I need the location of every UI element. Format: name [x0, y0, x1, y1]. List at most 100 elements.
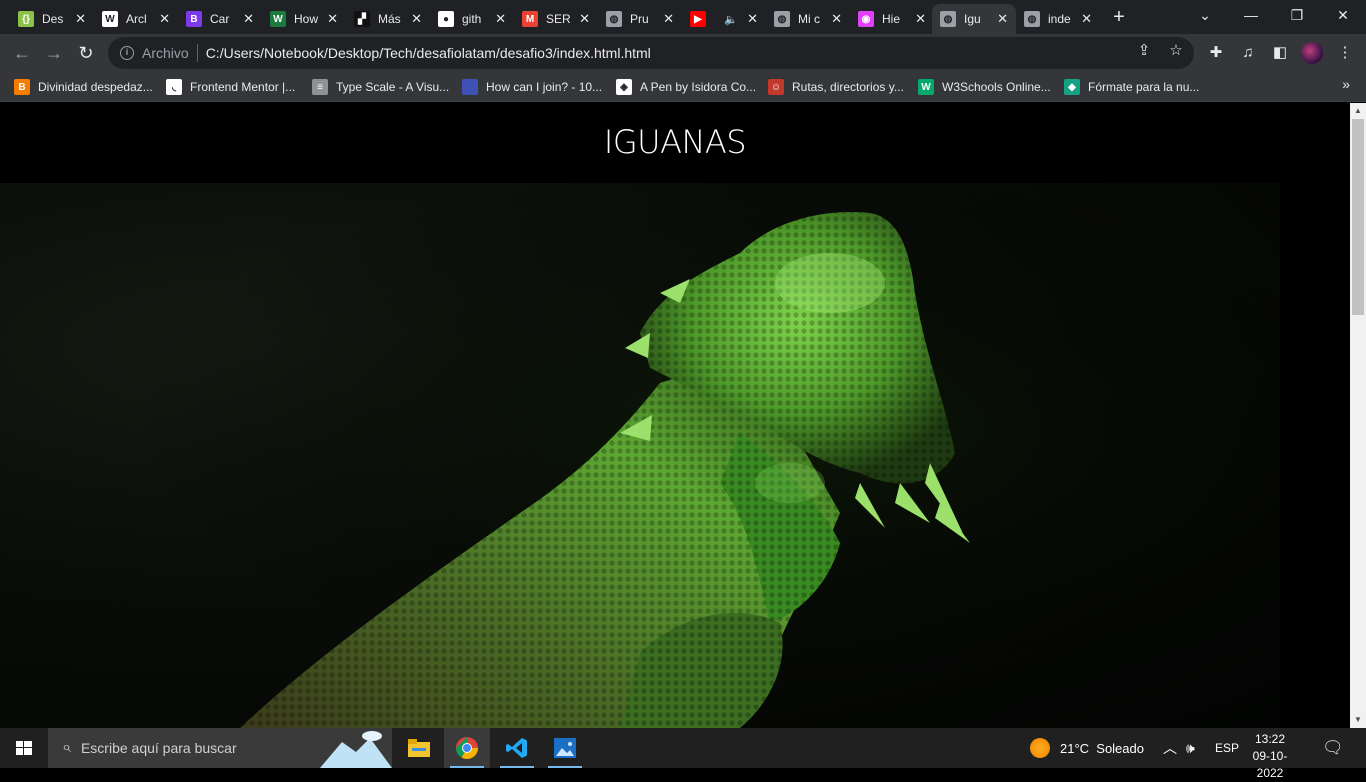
chrome-icon[interactable]: [444, 728, 490, 768]
sun-icon: [1030, 738, 1050, 758]
tab-title: Pru: [630, 12, 649, 26]
close-tab-icon[interactable]: ✕: [997, 11, 1008, 27]
tab-title: Mi c: [798, 12, 820, 26]
globe-icon: ◍: [606, 11, 622, 27]
speaker-icon[interactable]: 🔈: [724, 13, 738, 26]
profile-avatar[interactable]: [1301, 42, 1323, 64]
minimize-icon[interactable]: —: [1228, 0, 1274, 30]
address-bar[interactable]: i Archivo C:/Users/Notebook/Desktop/Tech…: [108, 37, 1194, 69]
close-tab-icon[interactable]: ✕: [915, 11, 926, 27]
browser-tab[interactable]: ▶ 🔈 ✕: [682, 4, 766, 34]
close-window-icon[interactable]: ✕: [1320, 0, 1366, 30]
scrollbar-thumb[interactable]: [1352, 119, 1364, 315]
weather-text: 21°C Soleado: [1060, 740, 1144, 756]
close-tab-icon[interactable]: ✕: [831, 11, 842, 27]
tab-title: SER: [546, 12, 571, 26]
browser-tab[interactable]: ◍ inde ✕: [1016, 4, 1100, 34]
close-tab-icon[interactable]: ✕: [243, 11, 254, 27]
globe-icon: ◍: [774, 11, 790, 27]
close-tab-icon[interactable]: ✕: [663, 11, 674, 27]
tab-title: Arcl: [126, 12, 147, 26]
type-scale-icon: ≡: [312, 79, 328, 95]
bookmark-label: Type Scale - A Visu...: [336, 80, 450, 94]
replit-icon: {}: [18, 11, 34, 27]
new-tab-button[interactable]: +: [1108, 6, 1130, 28]
bookmark-item[interactable]: ◆ Fórmate para la nu...: [1064, 76, 1199, 98]
close-tab-icon[interactable]: ✕: [411, 11, 422, 27]
scroll-down-arrow-icon[interactable]: ▼: [1350, 712, 1366, 728]
url-text[interactable]: C:/Users/Notebook/Desktop/Tech/desafiola…: [206, 45, 651, 61]
reload-icon[interactable]: ↻: [74, 41, 98, 65]
restore-icon[interactable]: ❐: [1274, 0, 1320, 30]
share-icon[interactable]: ⇪: [1135, 42, 1153, 60]
close-tab-icon[interactable]: ✕: [1081, 11, 1092, 27]
browser-tab[interactable]: M SER ✕: [514, 4, 598, 34]
bookmark-item[interactable]: W W3Schools Online...: [918, 76, 1051, 98]
close-tab-icon[interactable]: ✕: [75, 11, 86, 27]
browser-tab[interactable]: B Car ✕: [178, 4, 262, 34]
tab-title: gith: [462, 12, 482, 26]
scroll-up-arrow-icon[interactable]: ▲: [1350, 103, 1366, 119]
extensions-icon[interactable]: ✚: [1207, 44, 1225, 62]
close-tab-icon[interactable]: ✕: [579, 11, 590, 27]
bookmark-item[interactable]: ≡ Type Scale - A Visu...: [312, 76, 449, 98]
bookmark-item[interactable]: ◟ Frontend Mentor |...: [166, 76, 295, 98]
globe-icon: ◍: [940, 11, 956, 27]
tray-overflow-icon[interactable]: ︿: [1163, 728, 1177, 768]
avatar-icon: ☺: [768, 79, 784, 95]
tab-title: Des: [42, 12, 64, 26]
tab-search-icon[interactable]: ⌄: [1182, 0, 1228, 30]
start-button[interactable]: [0, 728, 48, 768]
media-control-icon[interactable]: ♫: [1239, 44, 1257, 62]
back-arrow-icon[interactable]: ←: [10, 41, 34, 65]
search-highlight-illustration-icon: [320, 731, 392, 768]
system-clock[interactable]: 13:22 09-10-2022: [1248, 731, 1292, 782]
volume-icon[interactable]: 🕪: [1186, 728, 1195, 768]
browser-tab[interactable]: ● gith ✕: [430, 4, 514, 34]
browser-tab[interactable]: ▞ Más ✕: [346, 4, 430, 34]
browser-tab[interactable]: W Arcl ✕: [94, 4, 178, 34]
clock-date: 09-10-2022: [1252, 749, 1288, 780]
search-icon: ⌕: [62, 739, 71, 756]
bookmark-item[interactable]: How can I join? - 10...: [462, 76, 602, 98]
bookmark-item[interactable]: B Divinidad despedaz...: [14, 76, 153, 98]
iguana-photo: [0, 183, 1280, 728]
bootstrap-icon: B: [186, 11, 202, 27]
photos-icon[interactable]: [542, 728, 588, 768]
browser-tab[interactable]: W How ✕: [262, 4, 346, 34]
browser-tab[interactable]: ◍ Igu ✕: [932, 4, 1016, 34]
bookmark-label: Fórmate para la nu...: [1088, 80, 1200, 94]
tab-title: How: [294, 12, 319, 26]
globe-icon: ◍: [1024, 11, 1040, 27]
youtube-icon: ▶: [690, 11, 706, 27]
browser-tab[interactable]: ◍ Mi c ✕: [766, 4, 850, 34]
bookmark-star-icon[interactable]: ☆: [1167, 42, 1185, 60]
wikihow-icon: W: [270, 11, 286, 27]
windows-taskbar: ⌕ Escribe aquí para buscar 21°C Soleado …: [0, 728, 1366, 780]
side-panel-icon[interactable]: ◧: [1271, 44, 1289, 62]
forward-arrow-icon[interactable]: →: [42, 41, 66, 65]
security-chip[interactable]: Archivo: [142, 45, 189, 61]
page-scrollbar[interactable]: ▲ ▼: [1350, 103, 1366, 728]
tab-title: Hie: [882, 12, 901, 26]
close-tab-icon[interactable]: ✕: [159, 11, 170, 27]
close-tab-icon[interactable]: ✕: [495, 11, 506, 27]
taskbar-search-box[interactable]: ⌕ Escribe aquí para buscar: [48, 728, 392, 768]
bookmark-item[interactable]: ◈ A Pen by Isidora Co...: [616, 76, 756, 98]
info-icon[interactable]: i: [120, 46, 134, 60]
page-viewport: IGUANAS: [0, 103, 1350, 728]
menu-kebab-icon[interactable]: ⋮: [1336, 44, 1354, 62]
browser-tab[interactable]: ◍ Pru ✕: [598, 4, 682, 34]
browser-tab[interactable]: ◉ Hie ✕: [850, 4, 934, 34]
bookmarks-overflow-icon[interactable]: »: [1342, 76, 1350, 92]
file-explorer-icon[interactable]: [396, 728, 442, 768]
input-language[interactable]: ESP: [1215, 728, 1239, 768]
close-tab-icon[interactable]: ✕: [747, 11, 758, 27]
vscode-icon[interactable]: [494, 728, 540, 768]
notifications-icon[interactable]: 🗨: [1322, 728, 1344, 768]
weather-widget[interactable]: 21°C Soleado: [1030, 728, 1144, 768]
browser-tab[interactable]: {} Des ✕: [10, 4, 94, 34]
bookmark-item[interactable]: ☺ Rutas, directorios y...: [768, 76, 904, 98]
frontend-mentor-icon: ◟: [166, 79, 182, 95]
close-tab-icon[interactable]: ✕: [327, 11, 338, 27]
